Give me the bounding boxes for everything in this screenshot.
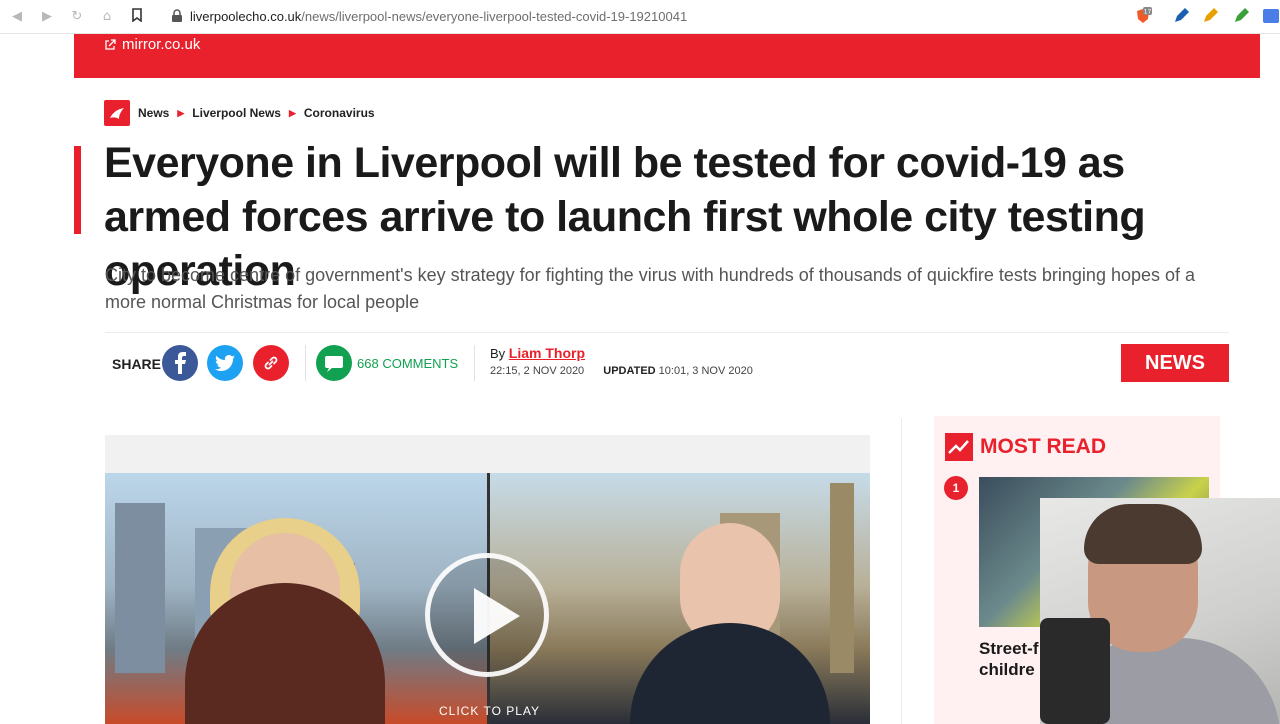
copy-link-button[interactable] xyxy=(253,345,289,381)
address-bar[interactable]: liverpoolecho.co.uk/news/liverpool-news/… xyxy=(190,9,687,24)
lock-icon xyxy=(172,9,182,22)
sidebar-divider xyxy=(901,418,902,724)
article-dates: 22:15, 2 NOV 2020 UPDATED 10:01, 3 NOV 2… xyxy=(490,365,753,377)
pen-extension-icon[interactable] xyxy=(1172,7,1190,25)
chevron-right-icon: ▶ xyxy=(177,107,185,118)
liverpool-echo-logo-icon[interactable] xyxy=(104,100,130,126)
mirror-link-text: mirror.co.uk xyxy=(122,36,201,53)
facebook-icon xyxy=(175,352,186,374)
forward-icon[interactable]: ▶ xyxy=(38,8,56,26)
most-read-title: MOST READ xyxy=(980,435,1106,458)
marker-extension-icon[interactable] xyxy=(1232,7,1250,25)
brave-badge: 17 xyxy=(1144,9,1152,16)
comments-icon[interactable] xyxy=(316,345,352,381)
facebook-share-button[interactable] xyxy=(162,345,198,381)
click-to-play-label[interactable]: CLICK TO PLAY xyxy=(439,704,540,718)
microphone xyxy=(1040,618,1110,724)
breadcrumb-coronavirus[interactable]: Coronavirus xyxy=(304,106,375,120)
reload-icon[interactable]: ↻ xyxy=(68,8,86,26)
play-icon xyxy=(474,588,520,644)
mirror-link[interactable]: mirror.co.uk xyxy=(104,36,200,53)
home-icon[interactable]: ⌂ xyxy=(98,8,116,26)
section-badge[interactable]: NEWS xyxy=(1121,344,1229,382)
webcam-overlay xyxy=(1040,498,1280,724)
headline-accent xyxy=(74,146,81,234)
play-button[interactable] xyxy=(425,553,549,677)
byline-by: By xyxy=(490,346,506,361)
author-link[interactable]: Liam Thorp xyxy=(509,345,585,361)
comments-count: 668 xyxy=(357,356,379,371)
translate-extension-icon[interactable] xyxy=(1262,7,1280,25)
comments-label: COMMENTS xyxy=(382,356,459,371)
comments-link[interactable]: 668 COMMENTS xyxy=(357,356,458,371)
link-icon xyxy=(264,356,278,370)
brave-shield-icon[interactable]: 17 xyxy=(1134,7,1152,25)
bookmark-icon[interactable] xyxy=(128,8,146,26)
back-icon[interactable]: ◀ xyxy=(8,8,26,26)
trending-icon xyxy=(945,433,973,461)
separator xyxy=(474,345,475,381)
twitter-icon xyxy=(215,355,235,371)
external-link-icon xyxy=(105,38,116,50)
published-date: 22:15, 2 NOV 2020 xyxy=(490,365,585,377)
updated-label: UPDATED xyxy=(603,365,656,377)
twitter-share-button[interactable] xyxy=(207,345,243,381)
breadcrumb-news[interactable]: News xyxy=(138,106,169,120)
partner-banner xyxy=(74,34,1260,78)
browser-toolbar: ◀ ▶ ↻ ⌂ liverpoolecho.co.uk/news/liverpo… xyxy=(0,0,1280,34)
updated-date: 10:01, 3 NOV 2020 xyxy=(658,365,753,377)
breadcrumb-liverpool-news[interactable]: Liverpool News xyxy=(192,106,281,120)
divider xyxy=(105,332,1229,333)
chevron-right-icon: ▶ xyxy=(288,107,296,118)
separator xyxy=(305,345,306,381)
byline: By Liam Thorp xyxy=(490,345,585,361)
most-read-rank: 1 xyxy=(944,476,968,500)
url-domain: liverpoolecho.co.uk xyxy=(190,9,302,24)
breadcrumb: News ▶ Liverpool News ▶ Coronavirus xyxy=(104,100,375,126)
url-path: /news/liverpool-news/everyone-liverpool-… xyxy=(301,9,688,24)
article-standfirst: City to become centre of government's ke… xyxy=(105,265,1196,312)
highlighter-extension-icon[interactable] xyxy=(1201,7,1219,25)
video-player[interactable]: CLICK TO PLAY xyxy=(105,435,870,724)
share-label: SHARE xyxy=(112,356,162,372)
